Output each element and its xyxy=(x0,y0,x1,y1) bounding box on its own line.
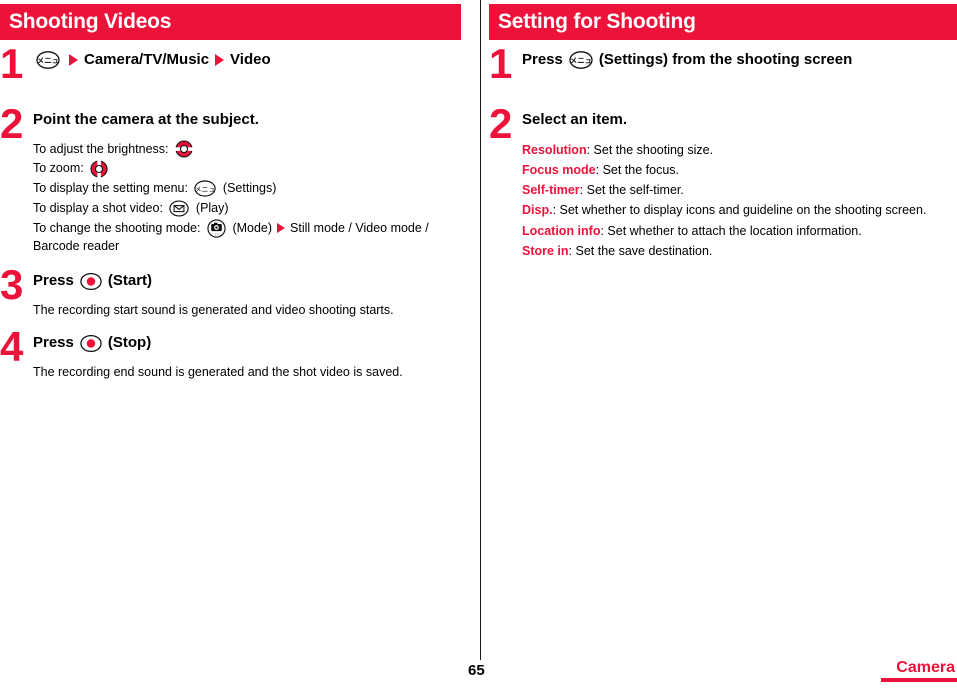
play-video-suffix: (Play) xyxy=(192,200,229,215)
step-2-body: To adjust the brightness: To zoom: To di… xyxy=(33,140,471,256)
shooting-mode-wrap-text: Barcode reader xyxy=(33,238,120,253)
column-divider xyxy=(480,0,481,660)
page-number: 65 xyxy=(468,662,485,679)
setting-item-self-timer[interactable]: Self-timer: Set the self-timer. xyxy=(522,180,957,200)
arrow-separator-icon xyxy=(277,223,286,233)
section-header-setting-for-shooting: Setting for Shooting xyxy=(489,4,957,40)
step-4-press-label: Press xyxy=(33,334,74,352)
setting-menu-line: To display the setting menu: メニュ (Settin… xyxy=(33,179,471,198)
shooting-mode-label: To change the shooting mode: xyxy=(33,220,204,235)
arrow-separator-icon xyxy=(69,54,78,67)
step-1-right: 1 Press メニュ (Settings) from the shooting… xyxy=(489,43,957,85)
updown-key-icon xyxy=(175,140,193,158)
camera-key-icon: TV xyxy=(207,218,226,238)
step-title: Press (Start) xyxy=(33,271,471,291)
settings-action-label: (Settings) from the shooting screen xyxy=(598,51,853,68)
step-number: 2 xyxy=(0,100,23,148)
chapter-tab: Camera xyxy=(881,659,957,682)
setting-item-disp[interactable]: Disp.: Set whether to display icons and … xyxy=(522,200,957,220)
setting-desc: : Set the self-timer. xyxy=(579,183,684,197)
section-header-shooting-videos: Shooting Videos xyxy=(0,4,461,40)
step-title: Point the camera at the subject. xyxy=(33,110,471,130)
shooting-mode-wrap-line: Barcode reader xyxy=(33,237,471,256)
menu-key-icon: メニュ xyxy=(569,51,593,69)
arrow-separator-icon xyxy=(215,54,225,67)
shooting-mode-suffix: (Mode) xyxy=(228,220,273,235)
mail-key-icon xyxy=(169,200,190,217)
left-column: Shooting Videos 1 メニュ Camera/TV/Music Vi… xyxy=(0,0,471,381)
svg-text:メニュ: メニュ xyxy=(569,56,592,65)
step-3-description: The recording start sound is generated a… xyxy=(33,302,394,317)
setting-key: Store in xyxy=(522,243,569,258)
step-3-left: 3 Press (Start) The recording start soun… xyxy=(0,264,471,319)
setting-desc: : Set the save destination. xyxy=(568,243,713,258)
setting-key: Focus mode xyxy=(522,162,596,177)
settings-item-list: Resolution: Set the shooting size. Focus… xyxy=(522,140,957,262)
step-1-target-b: Video xyxy=(230,51,271,68)
zoom-line: To zoom: xyxy=(33,159,471,178)
shooting-mode-options: Still mode / Video mode / xyxy=(290,220,429,235)
page-footer: 65 Camera xyxy=(0,654,957,688)
step-2-left: 2 Point the camera at the subject. To ad… xyxy=(0,103,471,256)
step-number: 2 xyxy=(489,100,512,148)
setting-item-focus-mode[interactable]: Focus mode: Set the focus. xyxy=(522,160,957,180)
chapter-tab-label: Camera xyxy=(896,659,955,676)
setting-item-resolution[interactable]: Resolution: Set the shooting size. xyxy=(522,140,957,160)
step-1-target-a: Camera/TV/Music xyxy=(84,51,210,68)
step-number: 1 xyxy=(489,40,512,87)
svg-text:メニュ: メニュ xyxy=(195,185,216,193)
setting-menu-suffix: (Settings) xyxy=(219,181,277,195)
leftright-key-icon xyxy=(90,160,108,178)
menu-key-icon: メニュ xyxy=(194,180,217,197)
center-key-icon xyxy=(80,334,102,353)
brightness-line: To adjust the brightness: xyxy=(33,140,471,159)
manual-page: Shooting Videos 1 メニュ Camera/TV/Music Vi… xyxy=(0,0,957,688)
setting-desc: : Set the focus. xyxy=(595,162,680,177)
setting-menu-label: To display the setting menu: xyxy=(33,181,192,195)
setting-item-location-info[interactable]: Location info: Set whether to attach the… xyxy=(522,221,957,241)
setting-key: Disp. xyxy=(522,203,553,218)
play-video-line: To display a shot video: (Play) xyxy=(33,199,471,218)
step-title: Press メニュ (Settings) from the shooting s… xyxy=(522,50,957,70)
menu-key-icon: メニュ xyxy=(36,51,60,69)
right-column: Setting for Shooting 1 Press メニュ (Settin… xyxy=(489,0,957,261)
step-1-left: 1 メニュ Camera/TV/Music Video xyxy=(0,43,471,85)
step-2-right: 2 Select an item. Resolution: Set the sh… xyxy=(489,103,957,262)
setting-key: Resolution xyxy=(522,142,587,157)
press-label: Press xyxy=(522,51,563,68)
step-number: 3 xyxy=(0,261,23,309)
step-title: メニュ Camera/TV/Music Video xyxy=(33,50,471,70)
chapter-tab-underline xyxy=(881,678,957,682)
shooting-mode-line: To change the shooting mode: TV (Mode) S… xyxy=(33,218,471,238)
setting-key: Self-timer xyxy=(522,183,580,197)
step-2-title-text: Point the camera at the subject. xyxy=(33,111,259,129)
play-video-label: To display a shot video: xyxy=(33,200,167,215)
step-4-description: The recording end sound is generated and… xyxy=(33,364,403,379)
step-title: Select an item. xyxy=(522,110,957,130)
brightness-label: To adjust the brightness: xyxy=(33,141,172,156)
setting-item-store-in[interactable]: Store in: Set the save destination. xyxy=(522,241,957,261)
setting-desc: : Set whether to display icons and guide… xyxy=(552,203,927,218)
step-4-action-label: (Stop) xyxy=(107,334,152,352)
setting-desc: : Set the shooting size. xyxy=(586,142,714,157)
center-key-icon xyxy=(80,272,102,291)
step-title: Press (Stop) xyxy=(33,333,471,353)
step-3-press-label: Press xyxy=(33,272,74,290)
svg-text:TV: TV xyxy=(214,231,219,236)
zoom-label: To zoom: xyxy=(33,161,88,176)
svg-text:メニュ: メニュ xyxy=(37,56,60,65)
select-item-title: Select an item. xyxy=(522,111,628,129)
step-number: 1 xyxy=(0,40,23,87)
step-number: 4 xyxy=(0,323,23,371)
step-3-action-label: (Start) xyxy=(107,272,153,290)
setting-key: Location info xyxy=(522,223,601,238)
step-4-left: 4 Press (Stop) The recording end sound i… xyxy=(0,326,471,381)
setting-desc: : Set whether to attach the location inf… xyxy=(600,223,862,238)
